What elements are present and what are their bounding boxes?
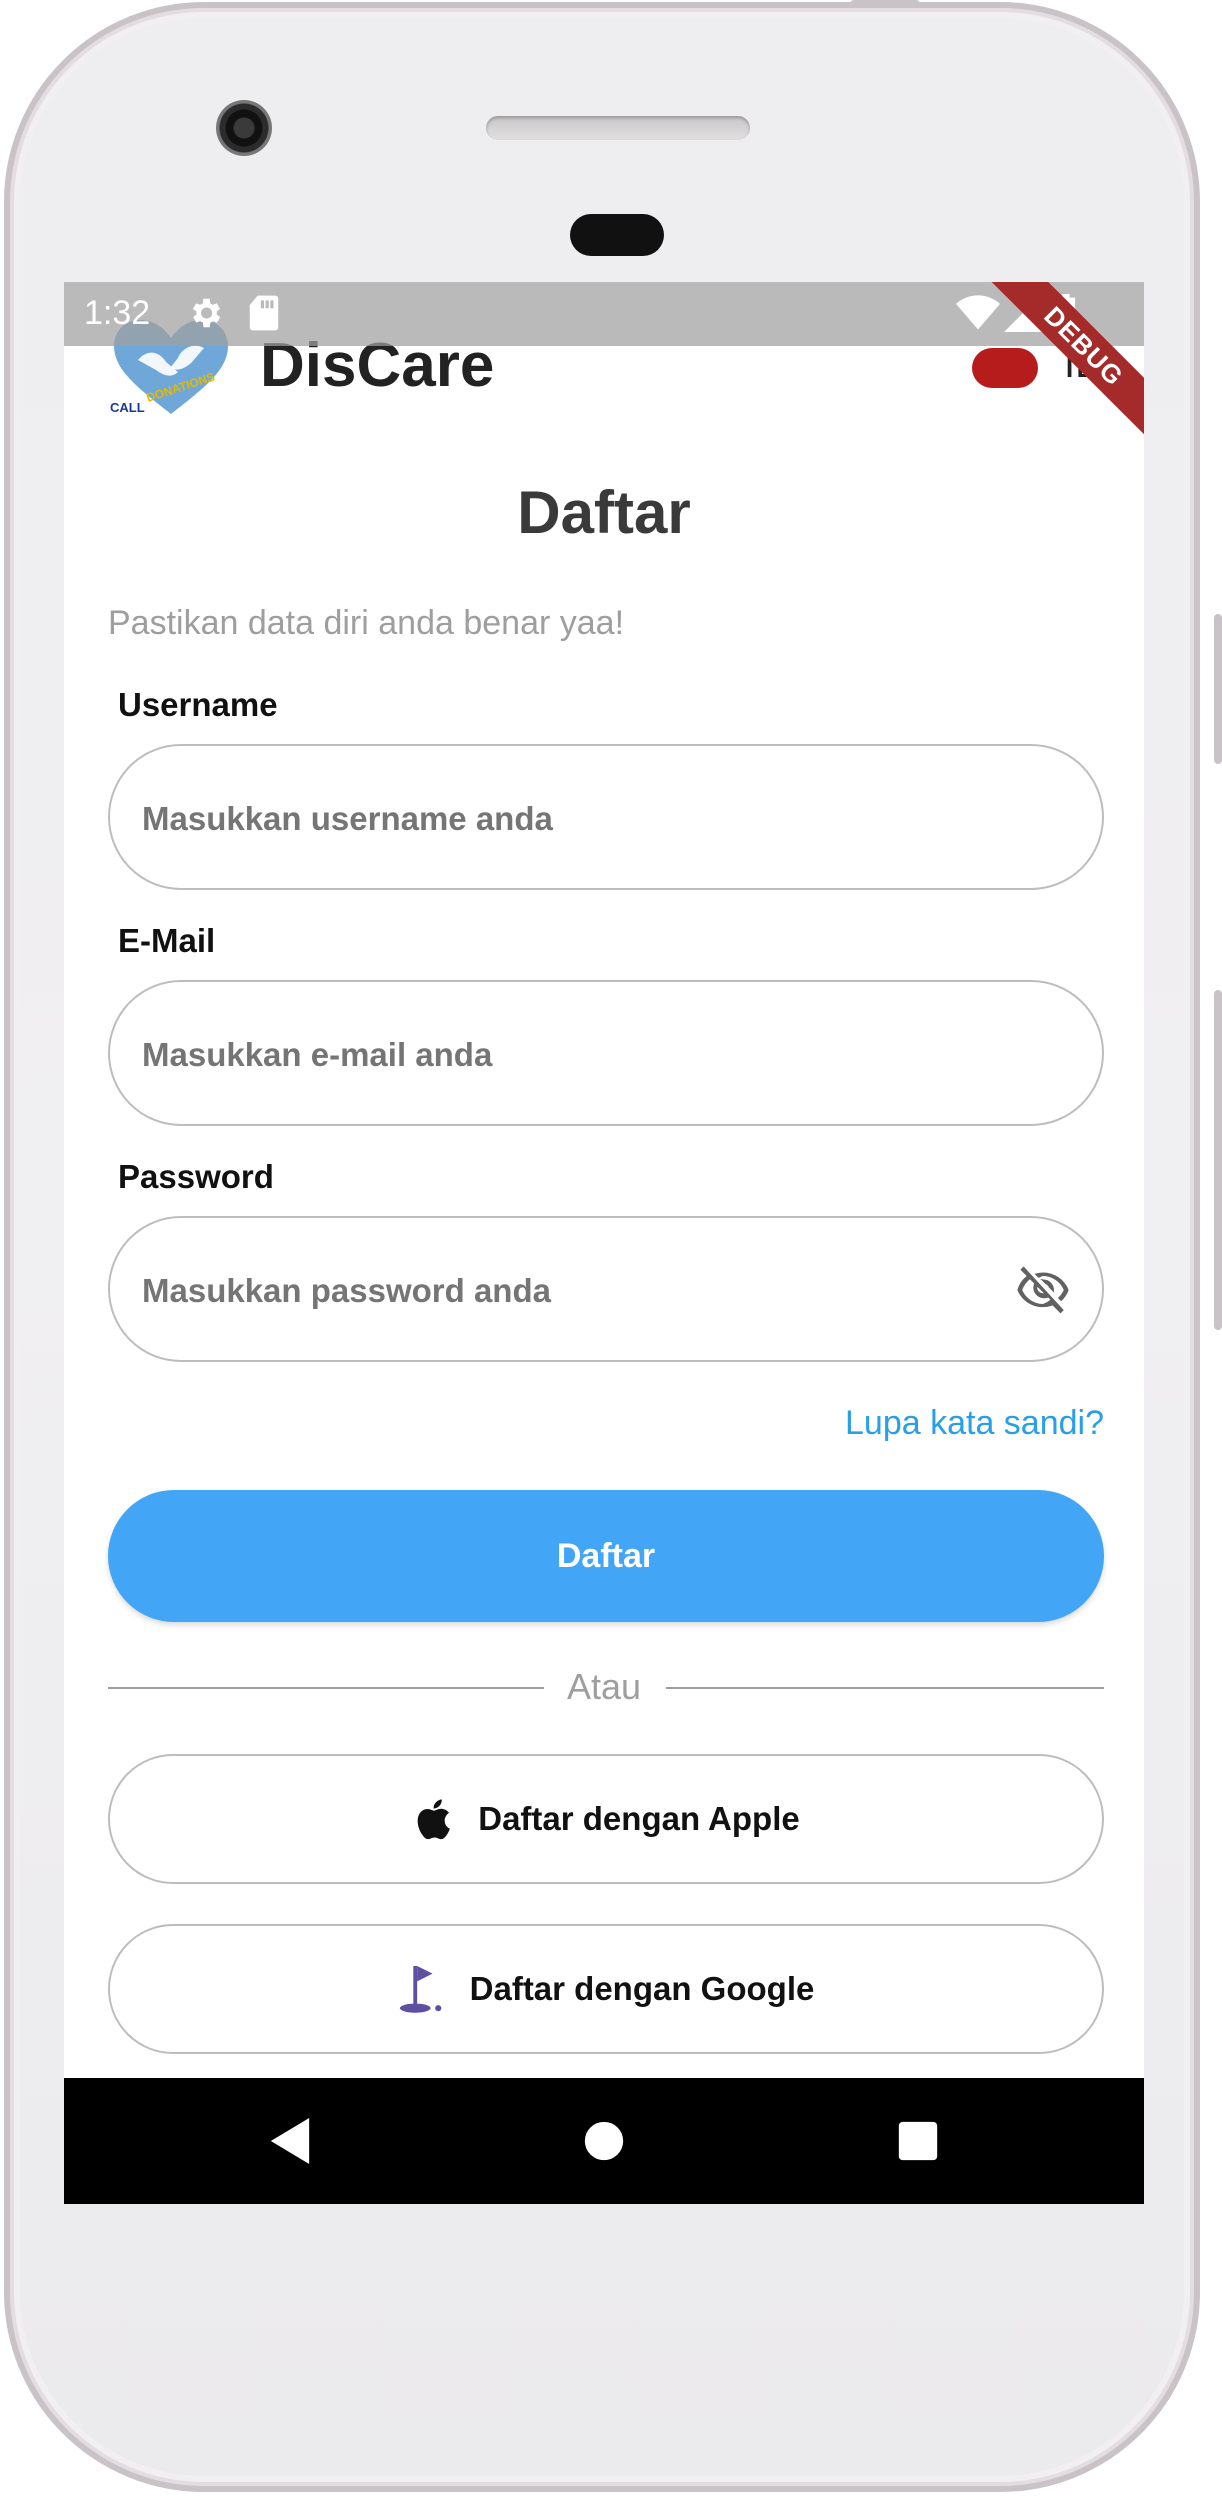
email-label: E-Mail: [118, 922, 216, 959]
google-signup-label: Daftar dengan Google: [469, 1970, 815, 2007]
username-label: Username: [118, 686, 278, 723]
page-subtitle: Pastikan data diri anda benar yaa!: [108, 604, 625, 642]
top-button: [850, 0, 920, 8]
visibility-off-icon[interactable]: [1012, 1262, 1074, 1318]
email-field[interactable]: Masukkan e-mail anda: [108, 980, 1104, 1126]
power-button: [1214, 614, 1222, 764]
proximity-sensor: [570, 214, 664, 256]
username-field[interactable]: Masukkan username anda: [108, 744, 1104, 890]
google-signup-button[interactable]: Daftar dengan Google: [108, 1924, 1104, 2054]
password-label: Password: [118, 1158, 274, 1195]
recents-icon[interactable]: [898, 2118, 938, 2164]
google-icon: [399, 1966, 441, 2013]
front-camera: [216, 100, 272, 156]
navigation-bar: [64, 2078, 1144, 2204]
app-screen: 1:32 DEBUG CALL DONATIONS DisCare ID Daf…: [64, 282, 1144, 2204]
password-field[interactable]: Masukkan password anda: [108, 1216, 1104, 1362]
theme-toggle[interactable]: [972, 348, 1038, 388]
email-placeholder: Masukkan e-mail anda: [142, 1036, 493, 1073]
svg-text:CALL: CALL: [110, 400, 145, 415]
register-button[interactable]: Daftar: [108, 1490, 1104, 1622]
forgot-password-link[interactable]: Lupa kata sandi?: [845, 1404, 1104, 1443]
back-icon[interactable]: [270, 2118, 310, 2164]
status-time: 1:32: [84, 294, 151, 332]
apple-icon: [417, 1799, 451, 1840]
apple-signup-button[interactable]: Daftar dengan Apple: [108, 1754, 1104, 1884]
page-title: Daftar: [517, 479, 691, 546]
status-bar: 1:32: [64, 282, 1144, 346]
earpiece-speaker: [486, 116, 750, 140]
divider-line-right: [666, 1687, 1104, 1689]
home-icon[interactable]: [584, 2118, 624, 2164]
wifi-icon: [956, 295, 1000, 330]
settings-icon: [192, 298, 221, 328]
password-placeholder: Masukkan password anda: [142, 1272, 551, 1309]
sd-card-icon: [249, 295, 279, 331]
volume-button: [1214, 990, 1222, 1330]
username-placeholder: Masukkan username anda: [142, 800, 553, 837]
apple-signup-label: Daftar dengan Apple: [478, 1800, 800, 1837]
